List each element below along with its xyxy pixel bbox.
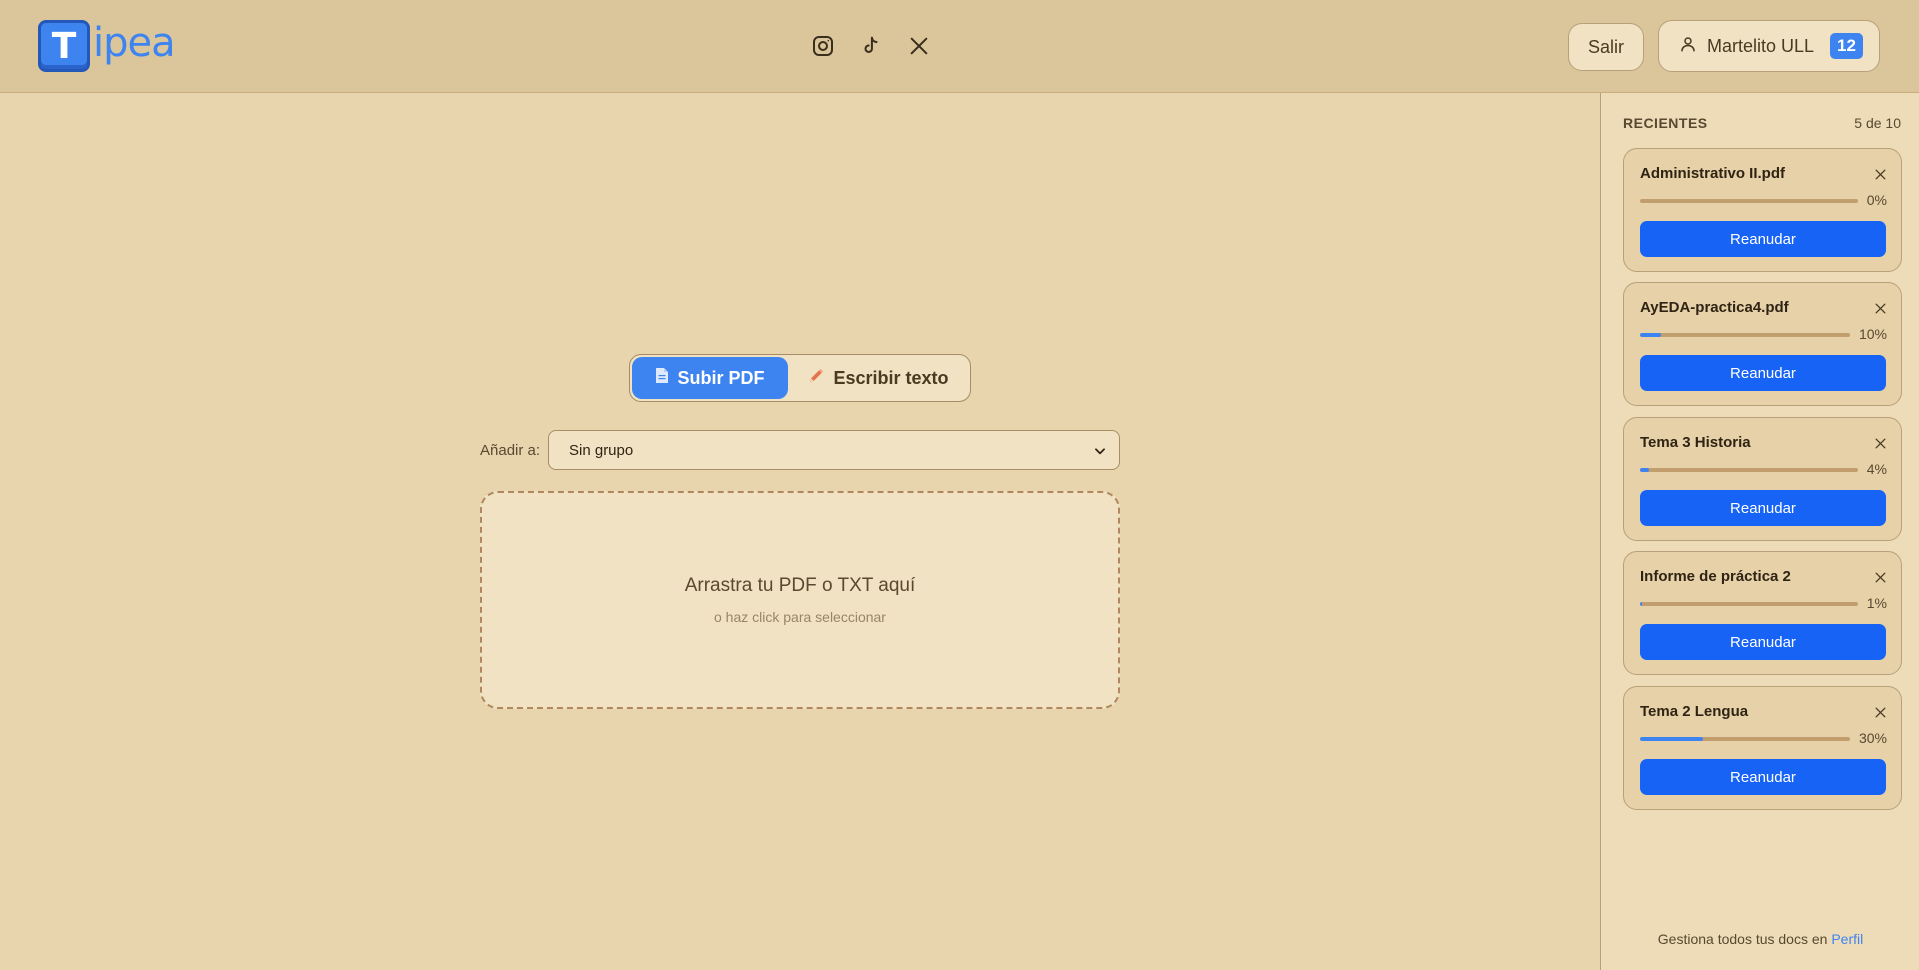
instagram-icon[interactable] [810,33,836,59]
group-select[interactable]: Sin grupo [548,430,1120,470]
document-icon [655,367,669,389]
resume-button[interactable]: Reanudar [1640,759,1886,795]
progress-percent: 4% [1866,461,1887,477]
chevron-down-icon [1093,444,1107,462]
progress-bar [1640,737,1850,741]
progress-bar [1640,199,1858,203]
progress-percent: 1% [1866,595,1887,611]
file-dropzone[interactable]: Arrastra tu PDF o TXT aquí o haz click p… [480,491,1120,709]
close-icon[interactable] [1874,302,1887,320]
recent-sidebar: RECIENTES 5 de 10 Administrativo II.pdf 0… [1600,93,1919,970]
sidebar-count: 5 de 10 [1854,115,1901,131]
recent-card-title: AyEDA-practica4.pdf [1640,299,1789,316]
recent-card-title: Tema 3 Historia [1640,434,1751,451]
progress-bar [1640,468,1858,472]
profile-link[interactable]: Perfil [1831,931,1863,947]
recent-card: Tema 3 Historia 4% Reanudar [1623,417,1902,541]
user-name: Martelito ULL [1707,35,1815,56]
add-to-label: Añadir a: [480,441,541,459]
progress-fill [1640,602,1643,606]
logo-mark: T [38,20,90,72]
tab-label: Subir PDF [677,367,765,388]
x-icon[interactable] [906,33,932,59]
logo-text: ipea [93,20,176,66]
close-icon[interactable] [1874,168,1887,186]
resume-button[interactable]: Reanudar [1640,624,1886,660]
progress-percent: 0% [1866,192,1887,208]
resume-button[interactable]: Reanudar [1640,221,1886,257]
sidebar-title: RECIENTES [1623,115,1708,131]
user-icon [1679,35,1697,58]
close-icon[interactable] [1874,571,1887,589]
progress-percent: 30% [1858,730,1887,746]
tab-label: Escribir texto [833,367,949,388]
dropzone-title: Arrastra tu PDF o TXT aquí [684,575,916,596]
recent-card-title: Administrativo II.pdf [1640,165,1786,182]
sidebar-header: RECIENTES 5 de 10 [1623,115,1901,131]
add-to-group-row: Añadir a: Sin grupo [480,430,1120,470]
dropzone-subtitle: o haz click para seleccionar [714,609,886,625]
recent-card: AyEDA-practica4.pdf 10% Reanudar [1623,282,1902,406]
progress-fill [1640,737,1703,741]
progress-bar [1640,333,1850,337]
progress-fill [1640,468,1649,472]
pencil-icon [807,367,825,390]
mode-toggle: Subir PDF Escribir texto [629,354,971,402]
progress-fill [1640,333,1661,337]
recent-card-title: Tema 2 Lengua [1640,703,1749,720]
recent-card: Administrativo II.pdf 0% Reanudar [1623,148,1902,272]
user-menu-button[interactable]: Martelito ULL 12 [1658,20,1880,72]
group-select-value: Sin grupo [569,441,634,459]
resume-button[interactable]: Reanudar [1640,490,1886,526]
resume-button[interactable]: Reanudar [1640,355,1886,391]
social-links [810,32,932,60]
footer-text: Gestiona todos tus docs en [1657,931,1828,947]
logout-button[interactable]: Salir [1568,23,1644,71]
sidebar-footer: Gestiona todos tus docs en Perfil [1601,931,1919,947]
tiktok-icon[interactable] [858,33,884,59]
tab-write-text[interactable]: Escribir texto [788,357,968,399]
logo[interactable]: T ipea [38,20,176,72]
close-icon[interactable] [1874,706,1887,724]
close-icon[interactable] [1874,437,1887,455]
user-badge: 12 [1830,33,1863,59]
progress-percent: 10% [1858,326,1887,342]
top-header: T ipea Salir Martelito ULL 12 [0,0,1919,93]
progress-bar [1640,602,1858,606]
tab-upload-pdf[interactable]: Subir PDF [632,357,788,399]
recent-card: Informe de práctica 2 1% Reanudar [1623,551,1902,675]
recent-card-title: Informe de práctica 2 [1640,568,1791,585]
recent-card: Tema 2 Lengua 30% Reanudar [1623,686,1902,810]
